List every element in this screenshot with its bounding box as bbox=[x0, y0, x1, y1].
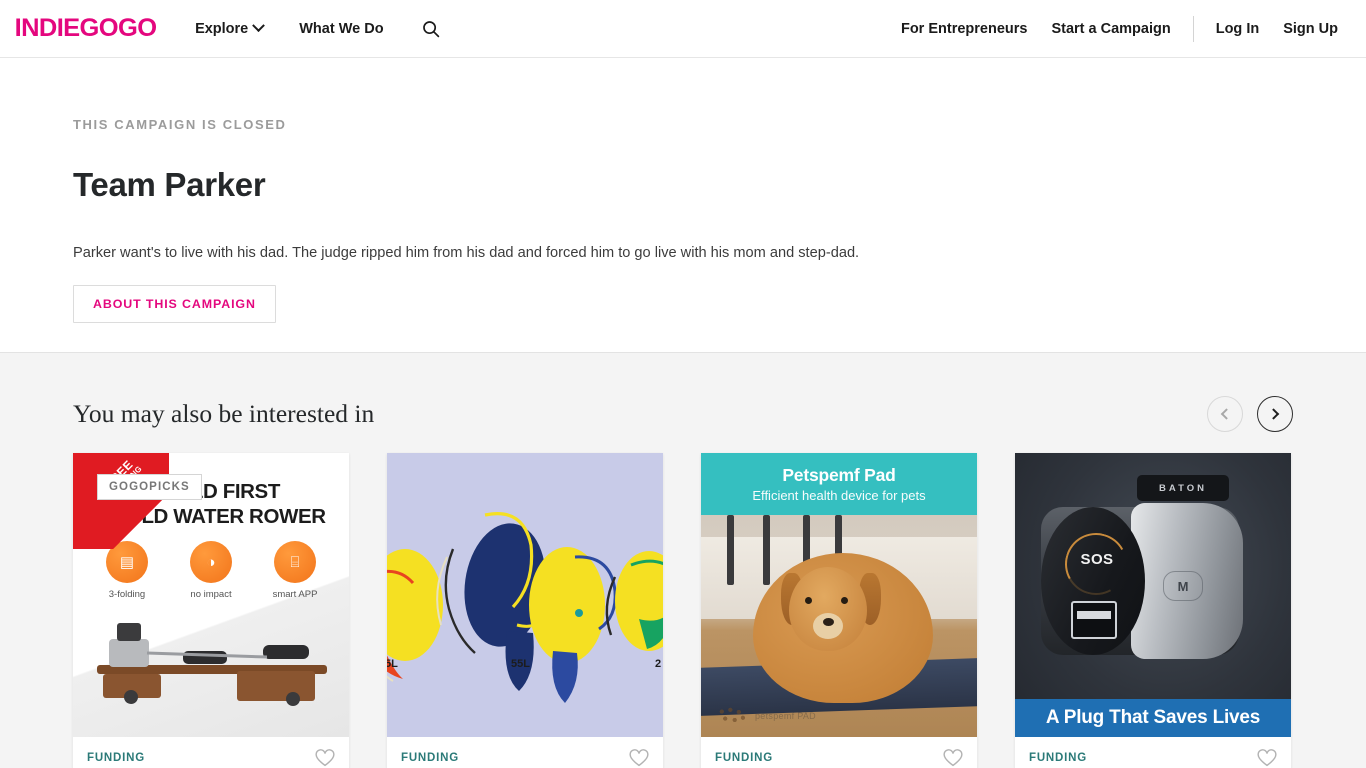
sos-label: SOS bbox=[1080, 551, 1114, 568]
card-image[interactable]: Petspemf Pad Efficient health device for… bbox=[701, 453, 977, 737]
card-image-feature-list: ▤ 3-folding ◑ no impact ⌸ smart APP bbox=[73, 541, 349, 600]
recommendation-card[interactable]: 5L 55L 2 FUNDING bbox=[387, 453, 663, 768]
status-badge: FUNDING bbox=[715, 751, 773, 764]
recommendations-header: You may also be interested in bbox=[73, 353, 1293, 432]
card-image[interactable]: WORLD FIRST 3-FOLD WATER ROWER ▤ 3-foldi… bbox=[73, 453, 349, 737]
device-brand-label: BATON bbox=[1137, 475, 1229, 501]
nav-log-in-label[interactable]: Log In bbox=[1216, 21, 1260, 37]
heart-icon[interactable] bbox=[1257, 748, 1277, 767]
secondary-nav: For Entrepreneurs Start a Campaign Log I… bbox=[889, 15, 1350, 42]
nav-sign-up-label[interactable]: Sign Up bbox=[1283, 21, 1338, 37]
heart-icon[interactable] bbox=[315, 748, 335, 767]
no-impact-icon: ◑ bbox=[190, 541, 232, 583]
card-image[interactable]: BATON SOS M A Plug That Saves Lives bbox=[1015, 453, 1291, 737]
nav-log-in[interactable]: Log In bbox=[1204, 21, 1272, 37]
card-image-artwork: BATON SOS M A Plug That Saves Lives bbox=[1015, 453, 1291, 737]
carousel-next-button[interactable] bbox=[1257, 396, 1293, 432]
recommendations-title: You may also be interested in bbox=[73, 399, 375, 428]
page-title: Team Parker bbox=[73, 166, 266, 203]
carousel-nav bbox=[1207, 396, 1293, 432]
device-m-button: M bbox=[1163, 571, 1203, 601]
dog-nose bbox=[823, 618, 834, 626]
campaign-tagline: Parker want's to live with his dad. The … bbox=[73, 245, 860, 261]
backpacks-illustration bbox=[387, 512, 663, 703]
card-meta: FUNDING bbox=[387, 737, 663, 768]
status-badge: FUNDING bbox=[1029, 751, 1087, 764]
dog-eye-left bbox=[805, 597, 812, 604]
nav-sign-up[interactable]: Sign Up bbox=[1271, 21, 1350, 37]
recommendation-card[interactable]: WORLD FIRST 3-FOLD WATER ROWER ▤ 3-foldi… bbox=[73, 453, 349, 768]
feature-item: ⌸ smart APP bbox=[264, 541, 326, 600]
card-meta: FUNDING bbox=[73, 737, 349, 768]
recommendation-card-list: WORLD FIRST 3-FOLD WATER ROWER ▤ 3-foldi… bbox=[73, 453, 1293, 768]
status-badge: FUNDING bbox=[87, 751, 145, 764]
card-image-artwork: 5L 55L 2 bbox=[387, 453, 663, 737]
campaign-status-label: THIS CAMPAIGN IS CLOSED bbox=[73, 117, 287, 132]
pack-size-label-right: 2 bbox=[655, 658, 662, 670]
dog-snout bbox=[813, 613, 843, 639]
nav-for-entrepreneurs-label[interactable]: For Entrepreneurs bbox=[901, 21, 1028, 37]
nav-for-entrepreneurs[interactable]: For Entrepreneurs bbox=[889, 21, 1040, 37]
nav-start-a-campaign[interactable]: Start a Campaign bbox=[1039, 21, 1182, 37]
recommendation-card[interactable]: BATON SOS M A Plug That Saves Lives FUND… bbox=[1015, 453, 1291, 768]
pet-banner: Petspemf Pad Efficient health device for… bbox=[701, 453, 977, 515]
pet-banner-title: Petspemf Pad bbox=[782, 465, 896, 485]
recommendations-section: You may also be interested in WORLD FIRS… bbox=[0, 353, 1366, 768]
usb-port-icon bbox=[1071, 601, 1117, 639]
chevron-left-icon bbox=[1220, 408, 1233, 420]
feature-item: ▤ 3-folding bbox=[96, 541, 158, 600]
chevron-right-icon bbox=[1267, 408, 1280, 420]
gogopicks-badge[interactable]: GOGOPICKS bbox=[97, 474, 202, 500]
indiegogo-logo[interactable]: INDIEGOGO bbox=[15, 14, 157, 43]
feature-item: ◑ no impact bbox=[180, 541, 242, 600]
plug-banner-text: A Plug That Saves Lives bbox=[1015, 699, 1291, 737]
about-this-campaign-button[interactable]: ABOUT THIS CAMPAIGN bbox=[73, 285, 276, 324]
water-rower-illustration bbox=[97, 623, 327, 706]
nav-start-a-campaign-label[interactable]: Start a Campaign bbox=[1051, 21, 1170, 37]
search-button[interactable] bbox=[418, 16, 444, 42]
card-meta: FUNDING bbox=[1015, 737, 1291, 768]
search-icon bbox=[422, 20, 439, 37]
pet-watermark-text: petspemf PAD bbox=[755, 711, 816, 721]
card-image[interactable]: 5L 55L 2 bbox=[387, 453, 663, 737]
nav-explore[interactable]: Explore bbox=[177, 19, 281, 37]
chevron-down-icon bbox=[252, 19, 266, 33]
campaign-hero: THIS CAMPAIGN IS CLOSED Team Parker Park… bbox=[0, 58, 1366, 353]
card-meta: FUNDING bbox=[701, 737, 977, 768]
nav-what-we-do[interactable]: What We Do bbox=[281, 21, 401, 37]
site-header: INDIEGOGO Explore What We Do For Entrepr… bbox=[0, 0, 1366, 58]
nav-divider bbox=[1192, 15, 1194, 42]
pet-banner-subtitle: Efficient health device for pets bbox=[752, 488, 926, 503]
paw-dots-icon bbox=[715, 705, 749, 727]
pack-size-label-left: 5L bbox=[387, 658, 398, 670]
nav-explore-label[interactable]: Explore bbox=[195, 21, 248, 37]
dog-eye-right bbox=[841, 597, 848, 604]
heart-icon[interactable] bbox=[943, 748, 963, 767]
smart-app-icon: ⌸ bbox=[274, 541, 316, 583]
primary-nav: Explore What We Do bbox=[177, 16, 444, 42]
status-badge: FUNDING bbox=[401, 751, 459, 764]
nav-what-we-do-label[interactable]: What We Do bbox=[299, 21, 383, 37]
folding-icon: ▤ bbox=[106, 541, 148, 583]
pet-photo: petspemf PAD bbox=[701, 515, 977, 737]
carousel-prev-button[interactable] bbox=[1207, 396, 1243, 432]
pack-size-label-center: 55L bbox=[511, 658, 530, 670]
card-image-headline-line2: 3-FOLD WATER ROWER bbox=[96, 505, 326, 528]
recommendation-card[interactable]: Petspemf Pad Efficient health device for… bbox=[701, 453, 977, 768]
heart-icon[interactable] bbox=[629, 748, 649, 767]
pet-watermark: petspemf PAD bbox=[715, 705, 816, 727]
